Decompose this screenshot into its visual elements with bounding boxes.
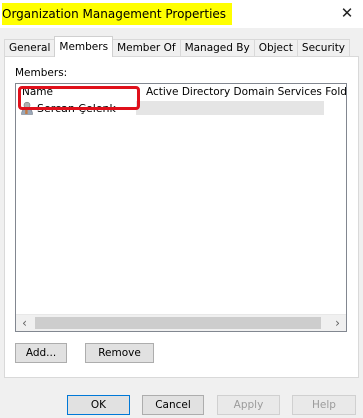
list-item[interactable]: Sercan Çelenk [16,99,346,117]
scroll-right-icon[interactable]: › [329,315,346,331]
tab-object[interactable]: Object [253,39,298,57]
members-label: Members: [15,67,68,79]
members-tab-panel: Members: Name Active Directory Domain Se… [4,56,359,378]
member-folder-cell [136,101,324,115]
tab-security[interactable]: Security [296,39,351,57]
remove-button[interactable]: Remove [85,343,154,363]
ok-button[interactable]: OK [67,395,130,415]
window-title: Organization Management Properties [2,3,233,25]
list-header: Name Active Directory Domain Services Fo… [16,84,346,100]
tab-general[interactable]: General [4,39,56,57]
apply-button[interactable]: Apply [217,395,280,415]
help-button[interactable]: Help [292,395,356,415]
column-header-folder[interactable]: Active Directory Domain Services Folder [140,84,346,100]
tab-strip: General Members Member Of Managed By Obj… [4,36,351,57]
scroll-thumb[interactable] [35,317,321,329]
column-header-name[interactable]: Name [16,84,140,100]
member-name-cell[interactable]: Sercan Çelenk [16,99,136,117]
members-list[interactable]: Name Active Directory Domain Services Fo… [15,83,347,332]
tab-member-of[interactable]: Member Of [112,39,181,57]
add-button[interactable]: Add... [15,343,67,363]
cancel-button[interactable]: Cancel [142,395,204,415]
member-name: Sercan Çelenk [37,101,116,115]
title-bar: Organization Management Properties ✕ [0,0,363,28]
dialog-body: General Members Member Of Managed By Obj… [0,28,363,418]
tab-members[interactable]: Members [54,36,114,57]
close-button[interactable]: ✕ [337,3,357,23]
scroll-left-icon[interactable]: ‹ [16,315,33,331]
user-icon [20,101,34,115]
horizontal-scrollbar[interactable]: ‹ › [16,314,346,331]
tab-managed-by[interactable]: Managed By [179,39,255,57]
